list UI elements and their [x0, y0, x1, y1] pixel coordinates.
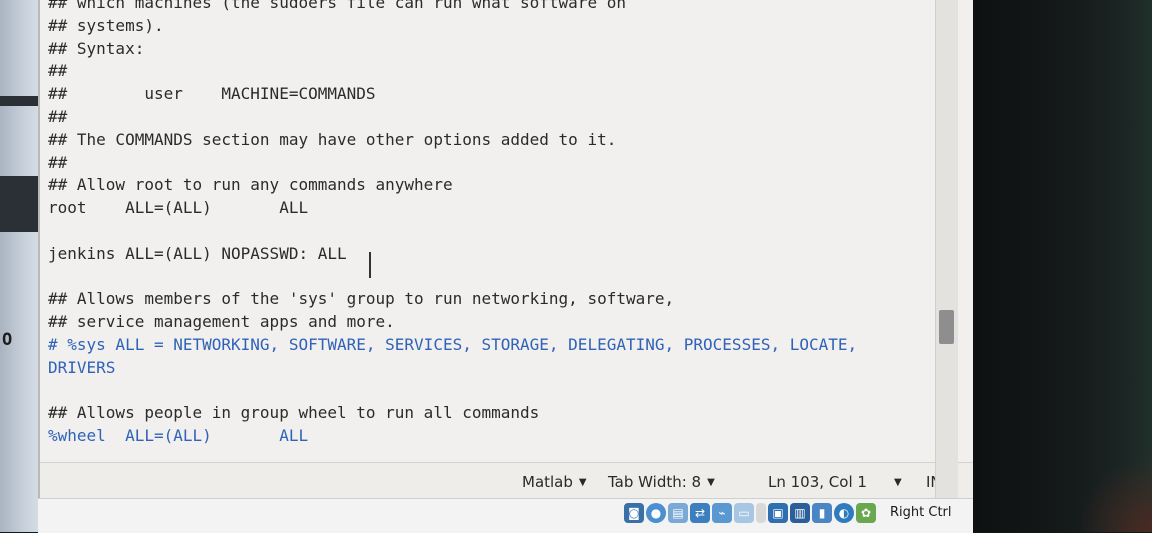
- code-line: ## user MACHINE=COMMANDS: [48, 84, 376, 104]
- code-line: jenkins ALL=(ALL) NOPASSWD: ALL: [48, 243, 347, 263]
- separator-icon: [756, 503, 766, 523]
- background-window: O: [0, 0, 42, 532]
- tab-width-selector[interactable]: Tab Width: 8 ▼: [608, 473, 715, 491]
- editor-text-area[interactable]: ## which machines (the sudoers file can …: [48, 0, 968, 472]
- code-line: %wheel ALL=(ALL) ALL: [48, 426, 309, 446]
- mouse-integration-icon[interactable]: ✿: [856, 503, 876, 523]
- host-key-label: Right Ctrl: [890, 505, 952, 520]
- cursor-position-label: Ln 103, Col 1: [768, 473, 867, 491]
- text-editor-window: ## which machines (the sudoers file can …: [38, 0, 975, 532]
- chevron-down-icon: ▼: [894, 477, 902, 488]
- language-selector[interactable]: Matlab ▼: [522, 473, 587, 491]
- code-line: ##: [48, 61, 68, 81]
- code-line: ## systems).: [48, 15, 164, 35]
- background-band: [0, 96, 42, 106]
- code-line: ## service management apps and more.: [48, 312, 395, 332]
- bezel-reflection: [1082, 452, 1152, 532]
- background-window-text: O: [2, 330, 13, 350]
- code-line: ## Allows people in group wheel to run a…: [48, 403, 540, 423]
- code-line: ## Allows members of the 'sys' group to …: [48, 289, 675, 309]
- hard-disk-icon[interactable]: ◙: [624, 503, 644, 523]
- status-bar: Matlab▼ Tab Width: 8▼ Ln 103, Col 1 ▼ IN…: [40, 462, 975, 499]
- code-line: ## which machines (the sudoers file can …: [48, 0, 626, 12]
- chevron-down-icon: ▼: [707, 477, 715, 488]
- code-line: ##: [48, 152, 68, 172]
- scrollbar-thumb[interactable]: [939, 310, 954, 344]
- vm-status-tray: ◙ ● ▤ ⇄ ⌁ ▭ ▣ ▥ ▮ ◐ ✿ Right Ctrl: [38, 498, 973, 533]
- code-line: # %sys ALL = NETWORKING, SOFTWARE, SERVI…: [48, 334, 858, 354]
- recording-icon[interactable]: ▮: [812, 503, 832, 523]
- code-line: ## The COMMANDS section may have other o…: [48, 129, 617, 149]
- network-icon[interactable]: ⇄: [690, 503, 710, 523]
- code-line: ## Syntax:: [48, 38, 145, 58]
- usb-icon[interactable]: ⌁: [712, 503, 732, 523]
- cpu-icon[interactable]: ◐: [834, 503, 854, 523]
- code-line: ## Allow root to run any commands anywhe…: [48, 175, 453, 195]
- display-icon[interactable]: ▣: [768, 503, 788, 523]
- code-line: DRIVERS: [48, 357, 116, 377]
- floppy-icon[interactable]: ▤: [668, 503, 688, 523]
- language-label: Matlab: [522, 473, 573, 491]
- cursor-position[interactable]: Ln 103, Col 1: [768, 473, 867, 491]
- tray-icons: ◙ ● ▤ ⇄ ⌁ ▭ ▣ ▥ ▮ ◐ ✿: [624, 503, 876, 527]
- code-line: ##: [48, 106, 68, 126]
- optical-drive-icon[interactable]: ●: [646, 503, 666, 523]
- vertical-scrollbar[interactable]: [935, 0, 958, 498]
- monitor-bezel: [973, 0, 1152, 532]
- code-line: root ALL=(ALL) ALL: [48, 198, 309, 218]
- tab-width-label: Tab Width: 8: [608, 473, 702, 491]
- chevron-down-icon: ▼: [578, 477, 587, 488]
- shared-folder-icon[interactable]: ▭: [734, 503, 754, 523]
- background-band: [0, 176, 42, 232]
- position-menu-button[interactable]: ▼: [888, 473, 902, 491]
- video-capture-icon[interactable]: ▥: [790, 503, 810, 523]
- mouse-ibeam-cursor: [369, 252, 371, 278]
